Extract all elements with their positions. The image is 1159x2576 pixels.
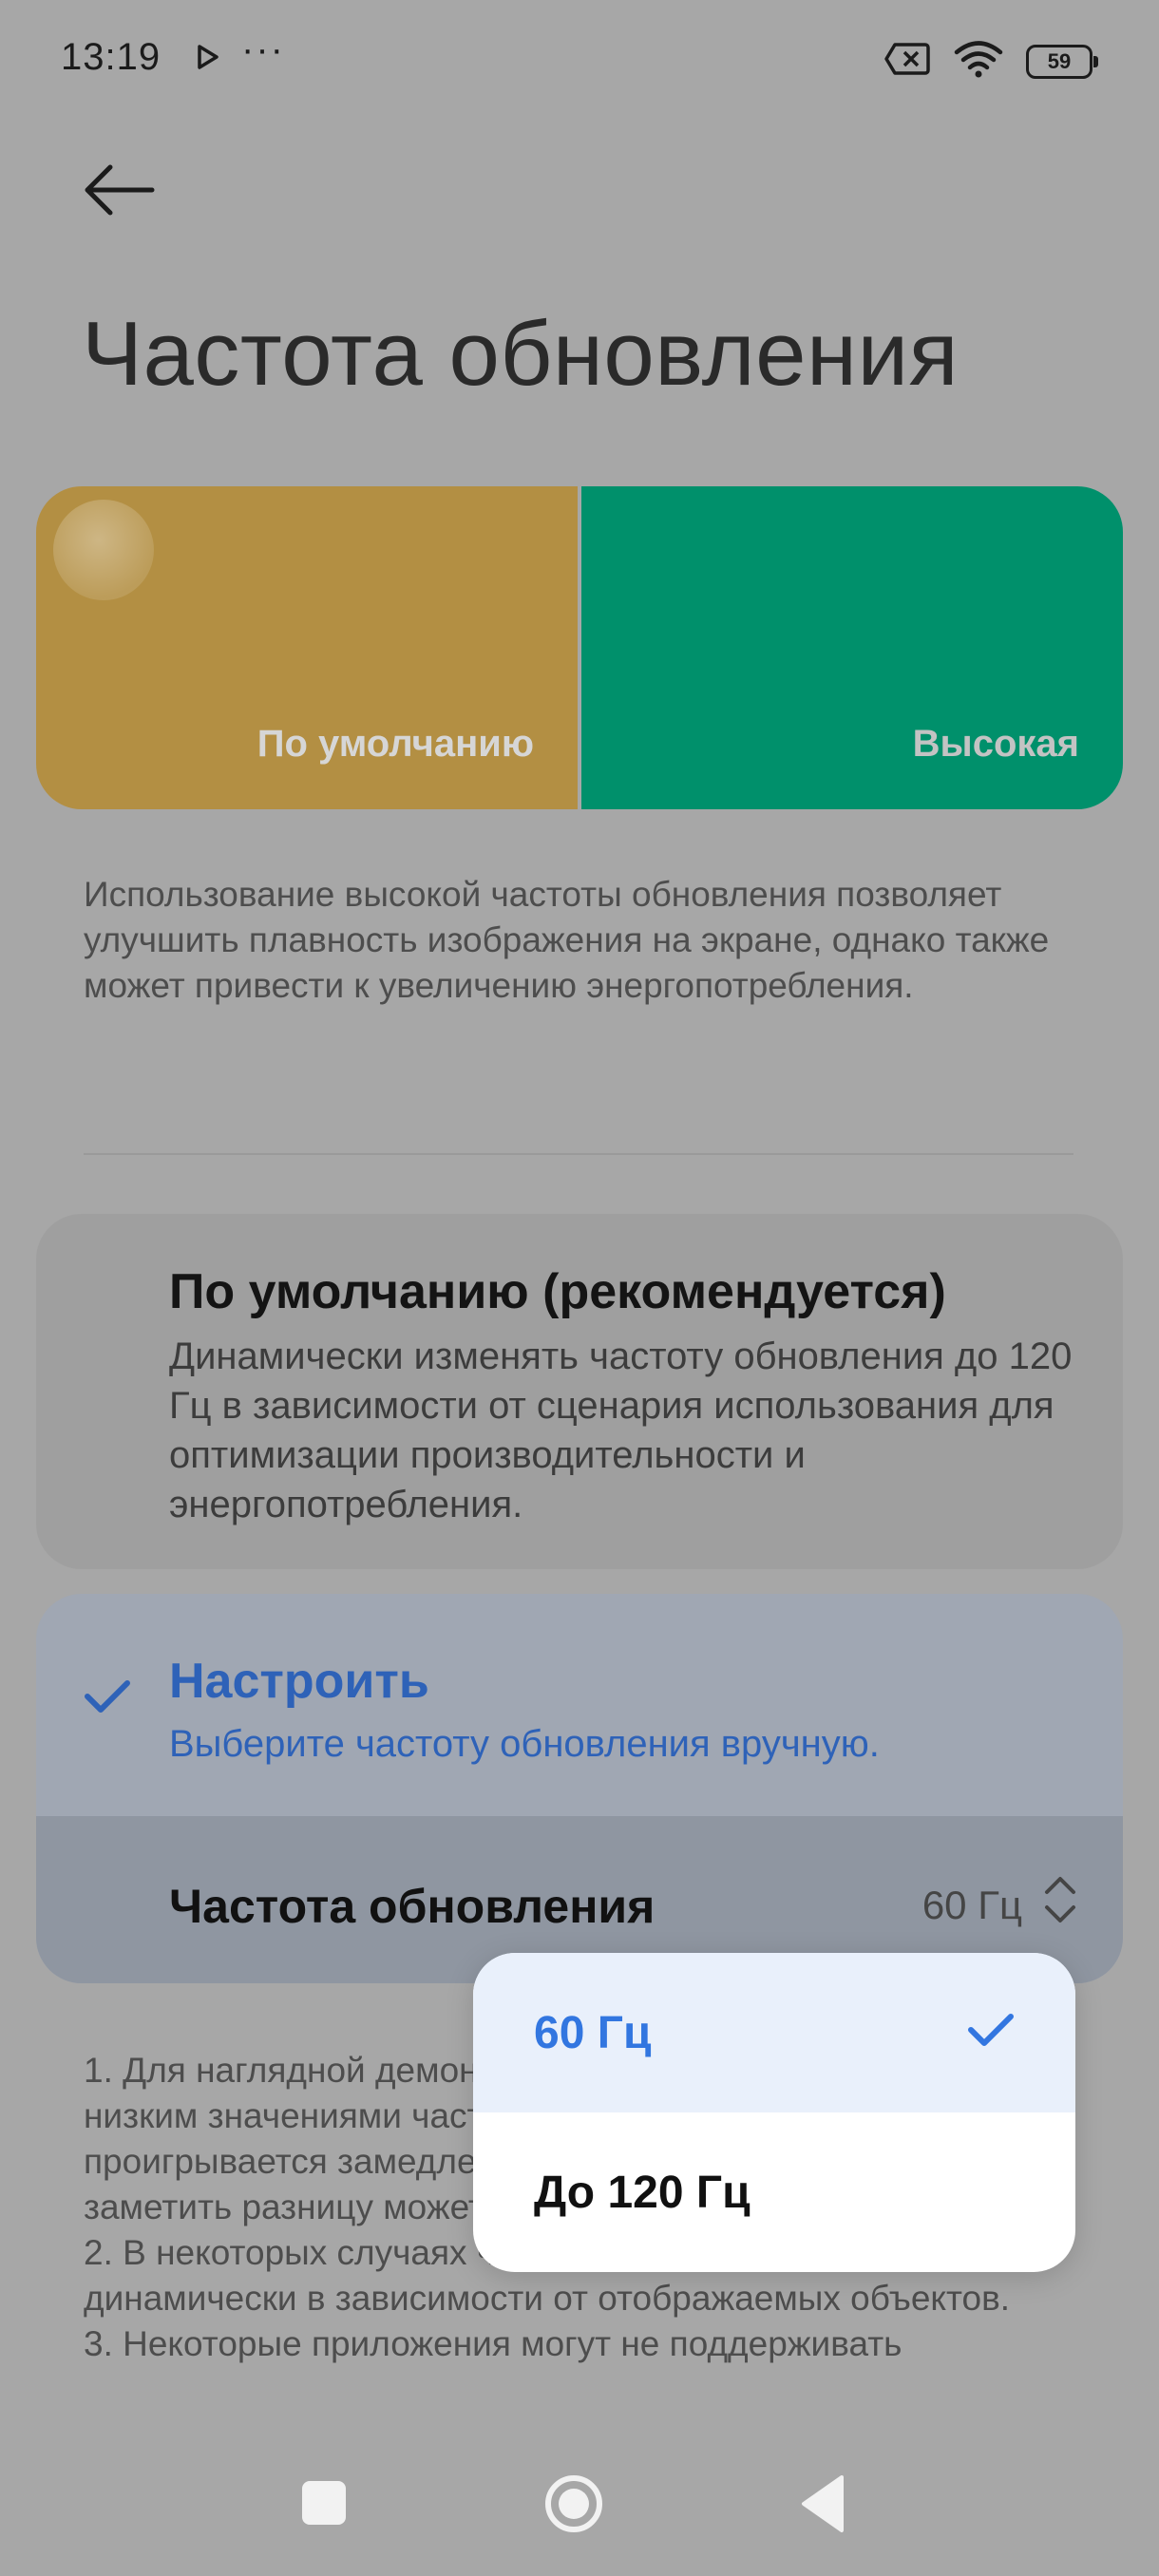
nav-home-button[interactable] (543, 2473, 604, 2534)
back-arrow-icon (85, 164, 155, 216)
mode-label-high: Высокая (912, 723, 1079, 765)
battery-icon: 59 (1026, 44, 1098, 79)
option-default-title: По умолчанию (рекомендуется) (169, 1264, 946, 1319)
dropdown-option-label: До 120 Гц (534, 2167, 750, 2218)
more-notifications-icon: ··· (241, 28, 285, 70)
nav-back-button[interactable] (800, 2473, 846, 2534)
mode-card-high[interactable]: Высокая (581, 486, 1123, 809)
nav-recents-button[interactable] (302, 2481, 346, 2525)
home-icon (545, 2475, 602, 2532)
mode-label-default: По умолчанию (256, 723, 534, 765)
mode-card-default[interactable]: По умолчанию (36, 486, 578, 809)
status-icons: 59 (884, 40, 1098, 83)
option-default-subtitle: Динамически изменять частоту обновления … (169, 1335, 1073, 1525)
battery-level: 59 (1047, 48, 1072, 73)
option-custom-subtitle: Выберите частоту обновления вручную. (169, 1723, 880, 1765)
dropdown-option-60hz[interactable]: 60 Гц (473, 1953, 1075, 2112)
preview-ball (53, 500, 154, 600)
dropdown-option-120hz[interactable]: До 120 Гц (473, 2112, 1075, 2272)
sim-blocked-icon (884, 42, 931, 81)
checkmark-icon (967, 2008, 1015, 2060)
dropdown-option-label: 60 Гц (534, 2007, 652, 2058)
status-time: 13:19 (61, 36, 162, 78)
divider (84, 1153, 1074, 1155)
option-default[interactable]: По умолчанию (рекомендуется) Динамически… (36, 1214, 1123, 1569)
mode-preview: По умолчанию Высокая (36, 486, 1123, 809)
checkmark-icon (84, 1677, 131, 1720)
chevron-up-down-icon (1041, 1873, 1079, 1931)
option-custom[interactable]: Настроить Выберите частоту обновления вр… (36, 1594, 1123, 1983)
play-icon (196, 44, 220, 75)
description: Использование высокой частоты обновления… (84, 875, 1050, 1005)
nav-back-icon (802, 2475, 844, 2532)
refresh-rate-label: Частота обновления (169, 1880, 656, 1933)
option-custom-title: Настроить (169, 1654, 429, 1709)
back-button[interactable] (80, 152, 160, 232)
page-title: Частота обновления (82, 303, 960, 405)
refresh-rate-value: 60 Гц (922, 1883, 1022, 1927)
refresh-rate-dropdown: 60 Гц До 120 Гц (473, 1953, 1075, 2272)
wifi-icon (954, 40, 1003, 83)
